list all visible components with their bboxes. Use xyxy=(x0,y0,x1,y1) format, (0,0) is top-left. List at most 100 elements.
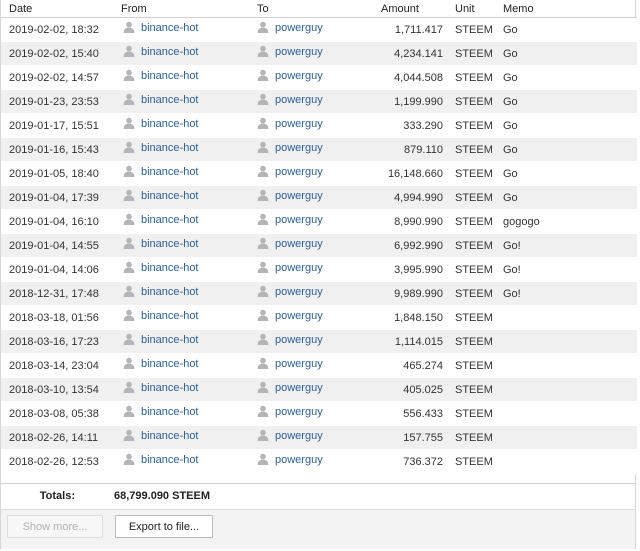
to-account-cell: powerguy xyxy=(257,233,381,258)
unit-cell: STEEM xyxy=(443,401,503,426)
to-account-link[interactable]: powerguy xyxy=(257,333,323,346)
from-account-link[interactable]: binance-hot xyxy=(123,69,199,82)
column-header-from[interactable]: From xyxy=(121,0,257,18)
from-account-cell: binance-hot xyxy=(121,41,257,66)
to-account-link[interactable]: powerguy xyxy=(257,285,323,298)
from-account-link[interactable]: binance-hot xyxy=(123,237,199,250)
date-cell: 2019-02-02, 15:40 xyxy=(1,41,121,66)
user-icon xyxy=(123,453,135,465)
memo-cell: Go! xyxy=(503,257,637,282)
to-account-link[interactable]: powerguy xyxy=(257,141,323,154)
to-account-name: powerguy xyxy=(275,94,323,106)
user-icon xyxy=(123,117,135,129)
from-account-link[interactable]: binance-hot xyxy=(123,141,199,154)
amount-cell: 16,148.660 xyxy=(381,161,443,186)
from-account-link[interactable]: binance-hot xyxy=(123,21,199,34)
table-row: 2018-03-18, 01:56 binance-hot powerguy 1,84… xyxy=(1,305,637,330)
to-account-link[interactable]: powerguy xyxy=(257,429,323,442)
unit-cell: STEEM xyxy=(443,65,503,90)
date-cell: 2018-12-31, 17:48 xyxy=(1,281,121,306)
to-account-link[interactable]: powerguy xyxy=(257,261,323,274)
to-account-link[interactable]: powerguy xyxy=(257,357,323,370)
from-account-cell: binance-hot xyxy=(121,281,257,306)
date-cell: 2019-01-04, 14:06 xyxy=(1,257,121,282)
memo-cell: Go xyxy=(503,137,637,162)
to-account-link[interactable]: powerguy xyxy=(257,237,323,250)
to-account-link[interactable]: powerguy xyxy=(257,69,323,82)
table-row: 2019-01-17, 15:51 binance-hot powerguy 333.… xyxy=(1,113,637,138)
date-cell: 2018-03-14, 23:04 xyxy=(1,353,121,378)
to-account-link[interactable]: powerguy xyxy=(257,381,323,394)
memo-cell xyxy=(503,449,637,474)
amount-cell: 6,992.990 xyxy=(381,233,443,258)
user-icon xyxy=(257,93,269,105)
amount-cell: 8,990.990 xyxy=(381,209,443,234)
to-account-cell: powerguy xyxy=(257,449,381,474)
from-account-link[interactable]: binance-hot xyxy=(123,405,199,418)
to-account-link[interactable]: powerguy xyxy=(257,21,323,34)
to-account-link[interactable]: powerguy xyxy=(257,117,323,130)
to-account-link[interactable]: powerguy xyxy=(257,93,323,106)
user-icon xyxy=(257,117,269,129)
table-row: 2018-03-10, 13:54 binance-hot powerguy 405.… xyxy=(1,377,637,402)
date-cell: 2018-03-10, 13:54 xyxy=(1,377,121,402)
export-to-file-button[interactable]: Export to file... xyxy=(115,515,213,538)
to-account-link[interactable]: powerguy xyxy=(257,405,323,418)
column-header-date[interactable]: Date xyxy=(1,0,121,18)
to-account-cell: powerguy xyxy=(257,353,381,378)
from-account-link[interactable]: binance-hot xyxy=(123,165,199,178)
from-account-link[interactable]: binance-hot xyxy=(123,285,199,298)
column-header-to[interactable]: To xyxy=(257,0,381,18)
user-icon xyxy=(257,165,269,177)
table-row: 2019-01-04, 16:10 binance-hot powerguy 8,99… xyxy=(1,209,637,234)
table-row: 2019-01-05, 18:40 binance-hot powerguy 16,1… xyxy=(1,161,637,186)
from-account-link[interactable]: binance-hot xyxy=(123,453,199,466)
from-account-link[interactable]: binance-hot xyxy=(123,261,199,274)
from-account-cell: binance-hot xyxy=(121,233,257,258)
to-account-link[interactable]: powerguy xyxy=(257,165,323,178)
to-account-cell: powerguy xyxy=(257,137,381,162)
column-header-memo[interactable]: Memo xyxy=(503,0,637,18)
column-header-amount[interactable]: Amount xyxy=(381,0,443,18)
from-account-link[interactable]: binance-hot xyxy=(123,357,199,370)
user-icon xyxy=(123,333,135,345)
to-account-link[interactable]: powerguy xyxy=(257,453,323,466)
to-account-link[interactable]: powerguy xyxy=(257,309,323,322)
date-cell: 2018-02-26, 12:53 xyxy=(1,449,121,474)
from-account-link[interactable]: binance-hot xyxy=(123,45,199,58)
memo-cell xyxy=(503,329,637,354)
from-account-link[interactable]: binance-hot xyxy=(123,333,199,346)
table-row: 2018-12-31, 17:48 binance-hot powerguy 9,98… xyxy=(1,281,637,306)
unit-cell: STEEM xyxy=(443,305,503,330)
from-account-link[interactable]: binance-hot xyxy=(123,93,199,106)
from-account-link[interactable]: binance-hot xyxy=(123,117,199,130)
memo-cell: Go xyxy=(503,113,637,138)
amount-cell: 1,711.417 xyxy=(381,17,443,42)
to-account-cell: powerguy xyxy=(257,113,381,138)
from-account-link[interactable]: binance-hot xyxy=(123,189,199,202)
from-account-name: binance-hot xyxy=(141,454,199,466)
to-account-link[interactable]: powerguy xyxy=(257,45,323,58)
from-account-name: binance-hot xyxy=(141,118,199,130)
memo-cell xyxy=(503,425,637,450)
user-icon xyxy=(257,285,269,297)
column-header-unit[interactable]: Unit xyxy=(443,0,503,18)
to-account-name: powerguy xyxy=(275,310,323,322)
from-account-link[interactable]: binance-hot xyxy=(123,213,199,226)
to-account-name: powerguy xyxy=(275,46,323,58)
to-account-cell: powerguy xyxy=(257,305,381,330)
table-body: 2019-02-02, 18:32 binance-hot powerguy 1,71… xyxy=(1,17,637,474)
user-icon xyxy=(123,405,135,417)
date-cell: 2018-03-18, 01:56 xyxy=(1,305,121,330)
from-account-link[interactable]: binance-hot xyxy=(123,381,199,394)
to-account-name: powerguy xyxy=(275,166,323,178)
show-more-button[interactable]: Show more... xyxy=(7,515,103,538)
to-account-link[interactable]: powerguy xyxy=(257,213,323,226)
to-account-link[interactable]: powerguy xyxy=(257,189,323,202)
from-account-link[interactable]: binance-hot xyxy=(123,309,199,322)
date-cell: 2019-01-05, 18:40 xyxy=(1,161,121,186)
user-icon xyxy=(257,213,269,225)
totals-label: Totals: xyxy=(39,490,75,502)
memo-cell: Go xyxy=(503,89,637,114)
from-account-link[interactable]: binance-hot xyxy=(123,429,199,442)
